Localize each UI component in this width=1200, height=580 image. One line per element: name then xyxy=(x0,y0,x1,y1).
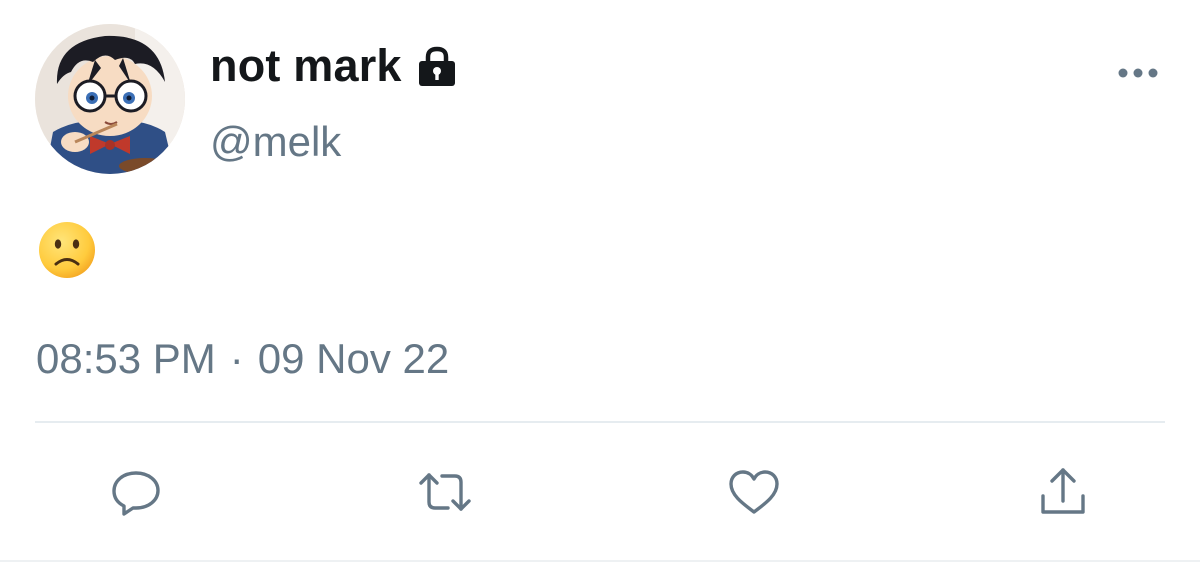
reply-icon xyxy=(112,471,160,516)
display-name[interactable]: not mark xyxy=(210,40,402,92)
slightly-frowning-face-icon xyxy=(39,222,95,278)
share-button[interactable] xyxy=(1033,462,1093,522)
tweet-text: 🙁 xyxy=(37,220,97,280)
reply-button[interactable] xyxy=(106,462,166,522)
lock-icon xyxy=(414,44,460,90)
timestamp[interactable]: 08:53 PM · 09 Nov 22 xyxy=(36,335,449,383)
retweet-icon xyxy=(419,473,471,511)
user-handle[interactable]: @melk xyxy=(210,118,341,166)
retweet-button[interactable] xyxy=(415,462,475,522)
tweet-card: not mark @melk 08:53 PM · 09 Nov 22 xyxy=(0,0,1200,580)
tweet-date: 09 Nov 22 xyxy=(257,335,450,382)
avatar[interactable] xyxy=(35,24,185,174)
display-name-row: not mark xyxy=(210,38,460,94)
ellipsis-icon xyxy=(1118,68,1158,78)
divider xyxy=(35,421,1165,423)
share-icon xyxy=(1041,468,1085,514)
tweet-time: 08:53 PM xyxy=(36,335,216,382)
bottom-divider xyxy=(0,560,1200,562)
like-button[interactable] xyxy=(724,462,784,522)
avatar-image xyxy=(35,24,185,174)
heart-icon xyxy=(729,470,779,514)
more-options-button[interactable] xyxy=(1114,58,1162,88)
timestamp-separator: · xyxy=(229,335,244,382)
